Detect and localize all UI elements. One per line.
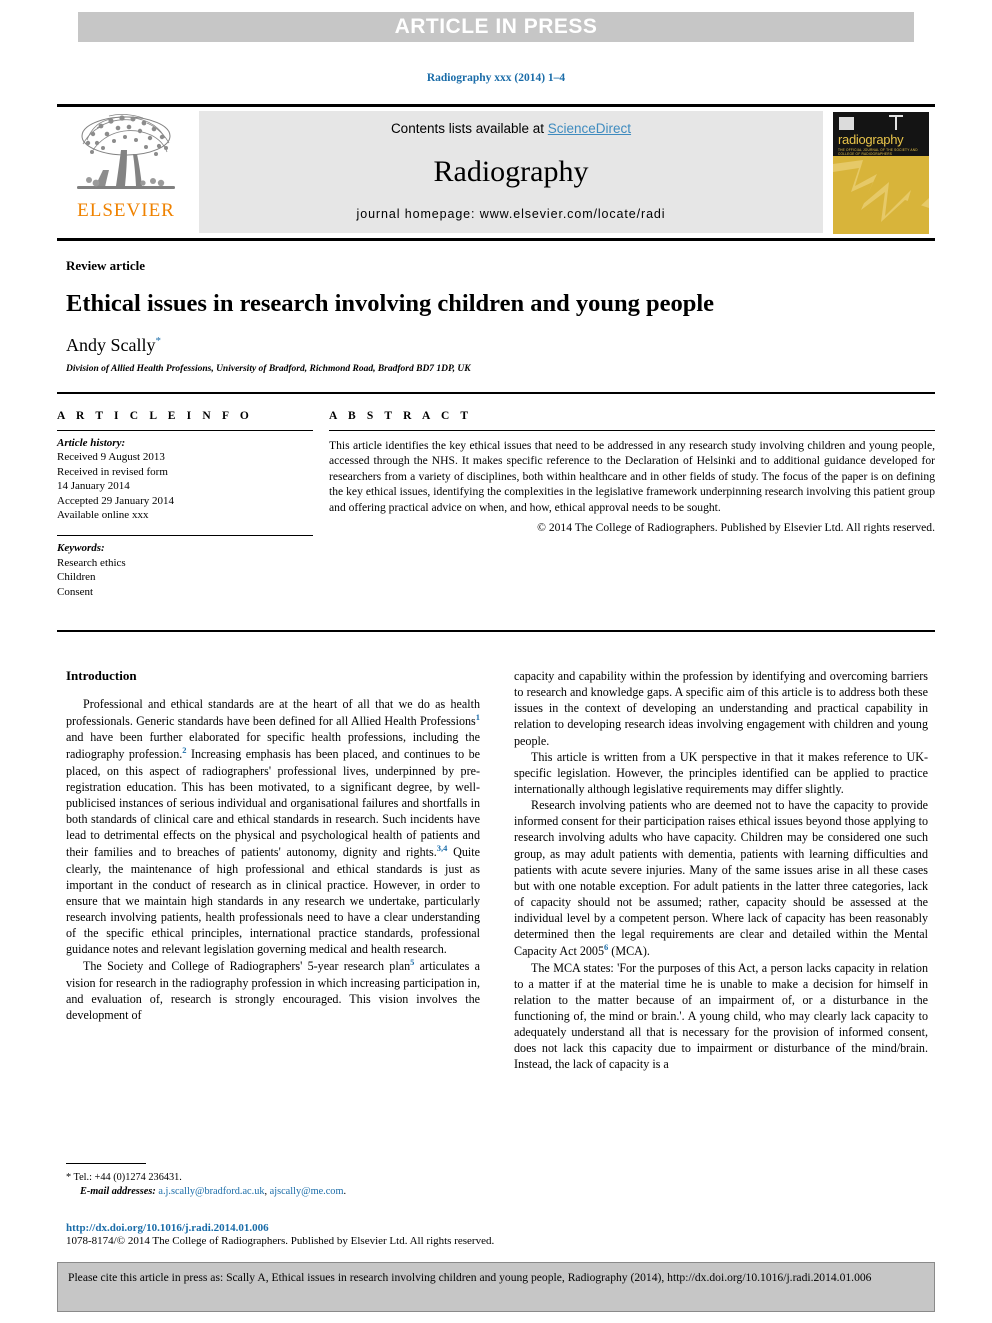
email-link-secondary[interactable]: ajscally@me.com: [270, 1186, 344, 1197]
cover-tick-icon: [895, 115, 897, 130]
author-name: Andy Scally: [66, 335, 156, 356]
keywords-rule: [57, 535, 313, 537]
info-abstract-region: A R T I C L E I N F O Article history: R…: [57, 410, 935, 599]
corresponding-author-footnote: * Tel.: +44 (0)1274 236431. E-mail addre…: [66, 1163, 480, 1199]
elsevier-tree-icon: [77, 114, 175, 189]
abstract-rule: [329, 430, 935, 431]
history-item: Available online xxx: [57, 509, 149, 522]
corresponding-author-marker[interactable]: *: [156, 335, 162, 347]
cover-tick-icon-2: [889, 114, 903, 117]
reference-marker[interactable]: 1: [476, 712, 480, 722]
reference-marker[interactable]: 2: [182, 745, 186, 755]
reference-marker[interactable]: 6: [604, 942, 608, 952]
journal-masthead: ELSEVIER Contents lists available at Sci…: [57, 104, 935, 241]
elsevier-wordmark: ELSEVIER: [77, 200, 175, 221]
abstract-text: This article identifies the key ethical …: [329, 439, 935, 514]
body-paragraph: The Society and College of Radiographers…: [66, 957, 481, 1022]
article-type-label: Review article: [66, 258, 146, 273]
body-paragraph: This article is written from a UK perspe…: [514, 749, 928, 796]
body-paragraph: Research involving patients who are deem…: [514, 798, 928, 959]
right-paragraphs: capacity and capability within the profe…: [514, 668, 928, 1073]
cover-artwork: [833, 111, 929, 234]
article-body: Introduction Professional and ethical st…: [66, 668, 928, 1073]
keywords-label: Keywords:: [57, 542, 105, 555]
keyword-item: Consent: [57, 585, 94, 598]
email-addresses-label: E-mail addresses:: [80, 1185, 156, 1197]
body-paragraph: capacity and capability within the profe…: [514, 669, 928, 748]
keyword-item: Research ethics: [57, 556, 126, 569]
cover-mark: [839, 116, 854, 130]
keyword-item: Children: [57, 571, 96, 584]
body-column-left: Introduction Professional and ethical st…: [66, 668, 480, 1073]
history-item: Received in revised form: [57, 465, 168, 478]
masthead-center: Contents lists available at ScienceDirec…: [199, 111, 823, 233]
article-info-rule: [57, 430, 313, 431]
body-paragraph: The MCA states: 'For the purposes of thi…: [514, 960, 928, 1072]
author-line: Andy Scally*: [66, 335, 936, 356]
abstract-heading: A B S T R A C T: [329, 410, 473, 422]
issn-copyright-line: 1078-8174/© 2014 The College of Radiogra…: [66, 1235, 495, 1247]
citation-notice-text: Please cite this article in press as: Sc…: [68, 1271, 872, 1284]
journal-reference-line: Radiography xxx (2014) 1–4: [426, 72, 566, 84]
abstract-column: A B S T R A C T This article identifies …: [329, 410, 935, 599]
article-history-block: Article history: Received 9 August 2013 …: [57, 436, 313, 522]
journal-homepage-line[interactable]: journal homepage: www.elsevier.com/locat…: [357, 207, 666, 221]
journal-cover-cell: radiography THE OFFICIAL JOURNAL OF THE …: [827, 107, 935, 238]
citation-notice-box: Please cite this article in press as: Sc…: [57, 1262, 935, 1312]
contents-prefix: Contents lists available at: [390, 121, 548, 136]
publication-identifiers: http://dx.doi.org/10.1016/j.radi.2014.01…: [66, 1222, 626, 1247]
abstract-copyright: © 2014 The College of Radiographers. Pub…: [537, 521, 935, 535]
doi-link[interactable]: http://dx.doi.org/10.1016/j.radi.2014.01…: [66, 1222, 626, 1234]
keywords-block: Keywords: Research ethics Children Conse…: [57, 535, 313, 599]
title-divider: [57, 392, 935, 394]
article-in-press-label: ARTICLE IN PRESS: [394, 15, 598, 38]
abstract-divider: [57, 630, 935, 632]
reference-marker[interactable]: 3,4: [437, 843, 448, 853]
journal-title: Radiography: [433, 154, 589, 188]
cover-subtitle-text: THE OFFICIAL JOURNAL OF THE SOCIETY AND …: [838, 147, 918, 156]
article-info-column: A R T I C L E I N F O Article history: R…: [57, 410, 329, 599]
sciencedirect-link[interactable]: ScienceDirect: [548, 121, 631, 136]
email-link-primary[interactable]: a.j.scally@bradford.ac.uk: [158, 1186, 264, 1197]
left-paragraphs: Professional and ethical standards are a…: [66, 696, 480, 1023]
footnote-rule: [66, 1163, 146, 1164]
reference-marker[interactable]: 5: [410, 957, 414, 967]
footnote-emails: E-mail addresses: a.j.scally@bradford.ac…: [80, 1185, 347, 1197]
footnote-tel: * Tel.: +44 (0)1274 236431.: [66, 1172, 182, 1183]
article-header: Review article Ethical issues in researc…: [66, 258, 936, 374]
contents-lists-line: Contents lists available at ScienceDirec…: [391, 121, 631, 136]
article-history-label: Article history:: [57, 437, 126, 449]
body-column-right: capacity and capability within the profe…: [514, 668, 928, 1073]
article-in-press-banner: ARTICLE IN PRESS: [78, 12, 914, 42]
elsevier-logo: ELSEVIER: [57, 107, 195, 238]
cover-title-text: radiography: [838, 131, 904, 147]
affiliation: Division of Allied Health Professions, U…: [66, 364, 471, 375]
section-heading-introduction: Introduction: [66, 668, 137, 683]
history-item: 14 January 2014: [57, 480, 130, 493]
history-item: Accepted 29 January 2014: [57, 494, 174, 507]
body-paragraph: Professional and ethical standards are a…: [66, 697, 480, 957]
journal-cover-thumbnail: radiography THE OFFICIAL JOURNAL OF THE …: [833, 111, 929, 234]
page-title: Ethical issues in research involving chi…: [66, 290, 715, 317]
history-item: Received 9 August 2013: [57, 451, 165, 464]
article-info-heading: A R T I C L E I N F O: [57, 410, 253, 422]
